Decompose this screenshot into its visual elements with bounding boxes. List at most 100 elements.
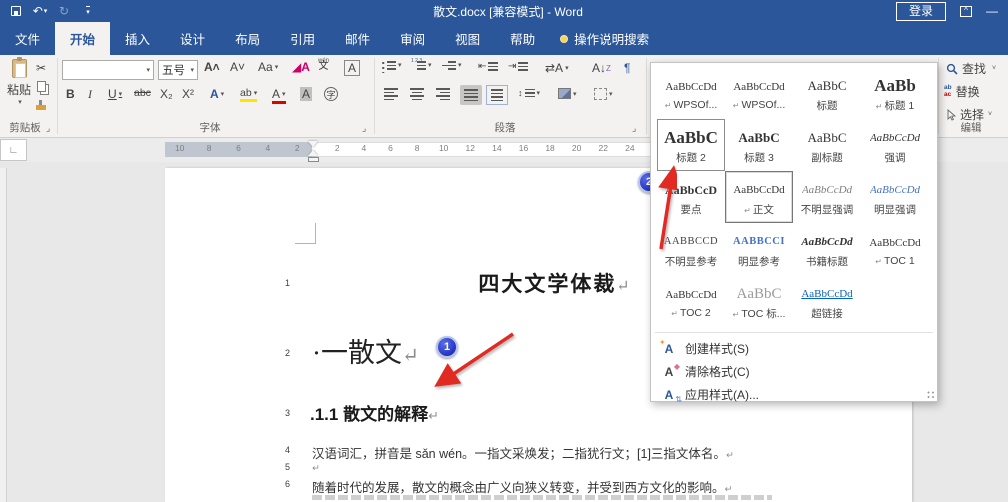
style-gallery-item[interactable]: AaBbC ↵ 标题	[793, 67, 861, 119]
panel-resize-grip[interactable]	[927, 391, 935, 399]
borders-button[interactable]: ▾	[594, 88, 613, 100]
tab-file[interactable]: 文件	[0, 22, 55, 55]
styles-menu-item[interactable]: 应用样式(A)...	[651, 383, 937, 406]
ribbon-tab[interactable]: 视图	[440, 22, 495, 55]
ribbon-tab[interactable]: 帮助	[495, 22, 550, 55]
character-border-button[interactable]: A	[344, 60, 360, 76]
increase-indent-button[interactable]: ⇥	[508, 61, 529, 72]
font-dialog-launcher[interactable]: ⌟	[362, 123, 366, 134]
ribbon-tab[interactable]: 设计	[165, 22, 220, 55]
style-gallery-item[interactable]: AABBCCI ↵ 明显参考	[725, 223, 793, 275]
justify-button[interactable]	[460, 85, 482, 105]
format-painter-button[interactable]	[36, 100, 46, 110]
styles-menu-item[interactable]: 清除格式(C)	[651, 360, 937, 383]
text-effects-button[interactable]: A ▾	[210, 87, 224, 101]
tab-stop-selector[interactable]: ∟	[0, 139, 27, 161]
style-gallery-item[interactable]: AaBbC ↵ 标题 2	[657, 119, 725, 171]
style-gallery-item[interactable]: AaBbCcD ↵ 要点	[657, 171, 725, 223]
character-shading-button[interactable]: A	[300, 87, 313, 101]
cut-button[interactable]: ✂	[36, 61, 46, 75]
style-gallery-item[interactable]: AaBbCcDd ↵ 不明显强调	[793, 171, 861, 223]
bold-button[interactable]: B	[66, 87, 75, 101]
asian-layout-button[interactable]: ⇄A ▾	[545, 61, 569, 75]
style-gallery-item[interactable]: AaBbCcDd ↵ TOC 1	[861, 223, 929, 275]
style-gallery-item[interactable]: AaBb ↵ 标题 1	[861, 67, 929, 119]
clear-formatting-button[interactable]: ◢A	[292, 60, 310, 74]
style-gallery-item[interactable]: AaBbCcDd ↵ 明显强调	[861, 171, 929, 223]
align-center-button[interactable]	[410, 88, 424, 100]
paste-button[interactable]: 粘贴 ▾	[4, 57, 34, 106]
font-size-combo[interactable]: 五号 ▾	[158, 60, 198, 80]
align-left-button[interactable]	[384, 88, 398, 100]
paragraph-dialog-launcher[interactable]: ⌟	[632, 123, 636, 134]
style-gallery-item[interactable]: AABBCCD ↵ 不明显参考	[657, 223, 725, 275]
empty-paragraph-line[interactable]: ↵	[312, 460, 320, 474]
distribute-button[interactable]	[486, 85, 508, 105]
align-center-icon	[410, 88, 424, 100]
replace-button[interactable]: ab ac 替换	[944, 83, 980, 100]
ribbon-tab[interactable]: 布局	[220, 22, 275, 55]
multilevel-list-button[interactable]: ▾	[442, 61, 462, 70]
paragraph-line[interactable]: 汉语词汇，拼音是 sǎn wén。一指文采焕发；二指犹行文；[1]三指文体名。↵	[312, 443, 734, 462]
first-line-indent-marker[interactable]	[308, 141, 318, 147]
bullets-button[interactable]: ▾	[382, 61, 402, 73]
underline-button[interactable]: U ▾	[108, 87, 122, 101]
ribbon-display-options-button[interactable]: ^	[960, 5, 972, 17]
vertical-ruler[interactable]	[0, 168, 7, 502]
style-gallery-item[interactable]: AaBbCcDd ↵ 超链接	[793, 275, 861, 327]
align-right-button[interactable]	[436, 88, 450, 100]
shading-button[interactable]: ▾	[558, 88, 577, 99]
subscript-button[interactable]: X₂	[160, 87, 173, 101]
ribbon-tab[interactable]: 审阅	[385, 22, 440, 55]
show-hide-marks-button[interactable]: ¶	[624, 61, 630, 75]
paragraph-line[interactable]: 随着时代的发展，散文的概念由广义向狭义转变，并受到西方文化的影响。↵	[312, 477, 732, 496]
styles-menu-item[interactable]: 创建样式(S)	[651, 337, 937, 360]
signin-button[interactable]: 登录	[895, 1, 946, 21]
save-button[interactable]	[6, 2, 26, 20]
style-gallery-item[interactable]: AaBbC ↵ TOC 标...	[725, 275, 793, 327]
ribbon-tab[interactable]: 开始	[55, 22, 111, 55]
change-case-button[interactable]: Aa ▾	[258, 60, 278, 74]
sort-button[interactable]: A↓ Z	[592, 61, 611, 75]
heading1-line[interactable]: ·一散文↵	[312, 331, 419, 370]
create-style-icon	[659, 338, 677, 357]
style-gallery-item[interactable]: AaBbCcDd ↵ 强调	[861, 119, 929, 171]
font-name-combo[interactable]: ▾	[62, 60, 154, 80]
decrease-indent-button[interactable]: ⇤	[478, 61, 499, 72]
style-gallery-item[interactable]: AaBbCcDd ↵ 正文	[725, 171, 793, 223]
ribbon-tab[interactable]: 邮件	[330, 22, 385, 55]
clipboard-dialog-launcher[interactable]: ⌟	[46, 123, 50, 134]
highlight-color-button[interactable]: ab ▾	[240, 87, 258, 102]
style-gallery-item[interactable]: AaBbCcDd ↵ TOC 2	[657, 275, 725, 327]
line-spacing-button[interactable]: ↕ ▾	[518, 88, 540, 98]
style-gallery-item[interactable]: AaBbCcDd ↵ WPSOf...	[657, 67, 725, 119]
hanging-indent-marker[interactable]	[308, 150, 318, 156]
ribbon-tab[interactable]: 插入	[110, 22, 165, 55]
font-color-button[interactable]: A ▾	[272, 87, 286, 104]
undo-button[interactable]: ↶ ▾	[30, 2, 50, 20]
style-gallery-item[interactable]: AaBbC ↵ 标题 3	[725, 119, 793, 171]
ribbon-tab[interactable]: 引用	[275, 22, 330, 55]
style-gallery-item[interactable]: AaBbC ↵ 副标题	[793, 119, 861, 171]
minimize-button[interactable]: —	[986, 4, 998, 18]
heading2-line[interactable]: .1.1 散文的解释↵	[310, 400, 439, 425]
superscript-button[interactable]: X²	[182, 87, 194, 101]
qat-customize-button[interactable]: ▾	[78, 2, 98, 20]
phonetic-icon: wén 文	[318, 58, 330, 72]
style-label: ↵ 要点	[680, 203, 702, 216]
phonetic-guide-button[interactable]: wén 文	[318, 58, 330, 72]
grow-font-button[interactable]: A˄	[204, 60, 220, 74]
tell-me-label: 操作说明搜索	[574, 33, 650, 47]
style-gallery-item[interactable]: AaBbCcDd ↵ WPSOf...	[725, 67, 793, 119]
strikethrough-button[interactable]: abc	[134, 87, 151, 99]
italic-button[interactable]: I	[88, 87, 92, 102]
numbering-button[interactable]: ▾	[411, 59, 432, 70]
left-indent-marker[interactable]	[308, 156, 319, 162]
find-button[interactable]: 查找 ˅	[946, 60, 996, 77]
tell-me-search[interactable]: 操作说明搜索	[550, 22, 659, 55]
enclose-characters-button[interactable]: 字	[324, 87, 338, 101]
redo-button[interactable]: ↻	[54, 2, 74, 20]
shrink-font-button[interactable]: A˅	[230, 60, 245, 74]
copy-button[interactable]	[37, 81, 46, 92]
style-gallery-item[interactable]: AaBbCcDd ↵ 书籍标题	[793, 223, 861, 275]
